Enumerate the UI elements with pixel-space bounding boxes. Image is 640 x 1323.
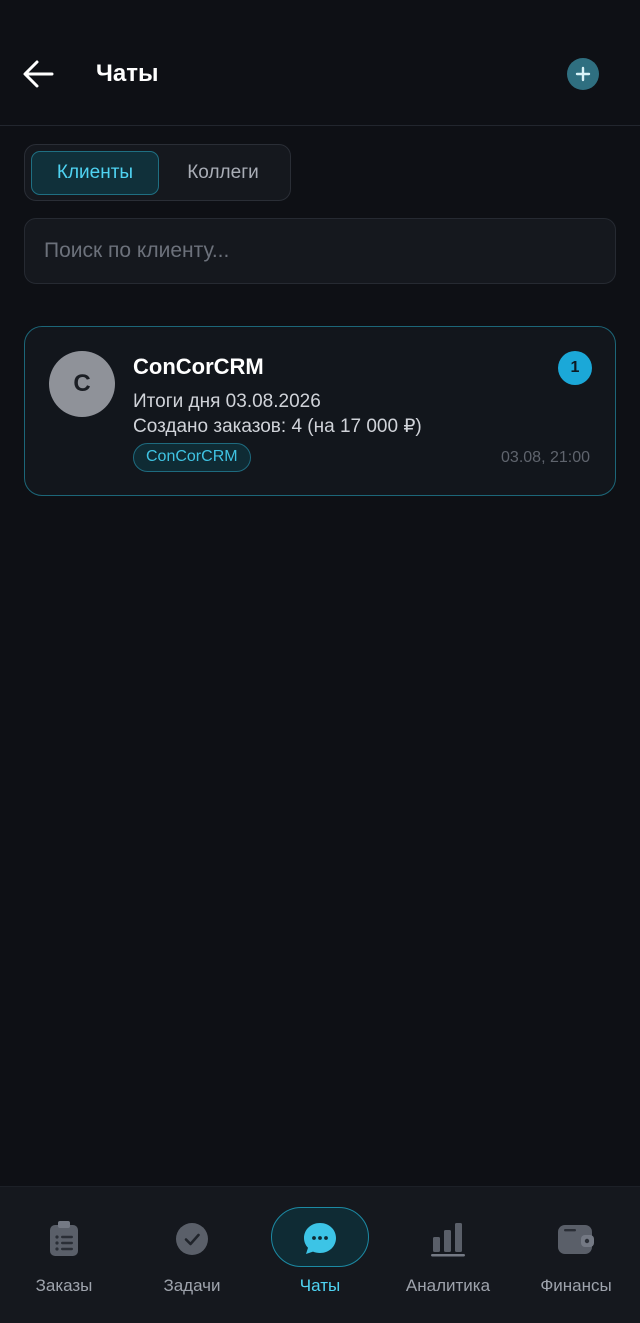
- wallet-icon: [556, 1219, 596, 1259]
- chat-tag[interactable]: ConCorCRM: [133, 443, 251, 472]
- tab-clients[interactable]: Клиенты: [31, 151, 159, 195]
- nav-analytics[interactable]: Аналитика: [384, 1187, 512, 1323]
- bottom-navigation: Заказы Задачи Чаты Аналитика Финансы: [0, 1186, 640, 1323]
- check-circle-icon: [172, 1219, 212, 1259]
- nav-chats[interactable]: Чаты: [256, 1187, 384, 1323]
- nav-label: Финансы: [540, 1276, 612, 1295]
- arrow-left-icon: [23, 60, 54, 88]
- bar-chart-icon: [428, 1219, 468, 1259]
- nav-label: Задачи: [163, 1276, 221, 1295]
- page-title: Чаты: [96, 60, 159, 87]
- nav-label: Чаты: [299, 1276, 341, 1295]
- chat-type-switch: Клиенты Коллеги: [24, 144, 291, 201]
- chat-bubble-icon: [300, 1219, 340, 1259]
- add-chat-button[interactable]: [567, 58, 599, 90]
- clipboard-icon: [44, 1219, 84, 1259]
- back-button[interactable]: [18, 54, 58, 94]
- unread-badge: 1: [558, 351, 592, 385]
- chat-timestamp: 03.08, 21:00: [501, 449, 590, 466]
- nav-orders[interactable]: Заказы: [0, 1187, 128, 1323]
- search-input[interactable]: [25, 219, 615, 283]
- tab-colleagues[interactable]: Коллеги: [167, 151, 279, 195]
- app-header: Чаты: [0, 0, 640, 126]
- chat-name: ConCorCRM: [133, 354, 264, 379]
- nav-tasks[interactable]: Задачи: [128, 1187, 256, 1323]
- chat-list-item[interactable]: C ConCorCRM Итоги дня 03.08.2026 Создано…: [24, 326, 616, 496]
- search-box: [24, 218, 616, 284]
- nav-finance[interactable]: Финансы: [512, 1187, 640, 1323]
- chat-preview-line-2: Создано заказов: 4 (на 17 000 ₽): [133, 416, 422, 437]
- nav-label: Заказы: [35, 1276, 93, 1295]
- nav-label: Аналитика: [405, 1276, 491, 1295]
- avatar: C: [49, 351, 115, 417]
- plus-icon: [575, 66, 591, 82]
- chat-preview-line-1: Итоги дня 03.08.2026: [133, 391, 321, 412]
